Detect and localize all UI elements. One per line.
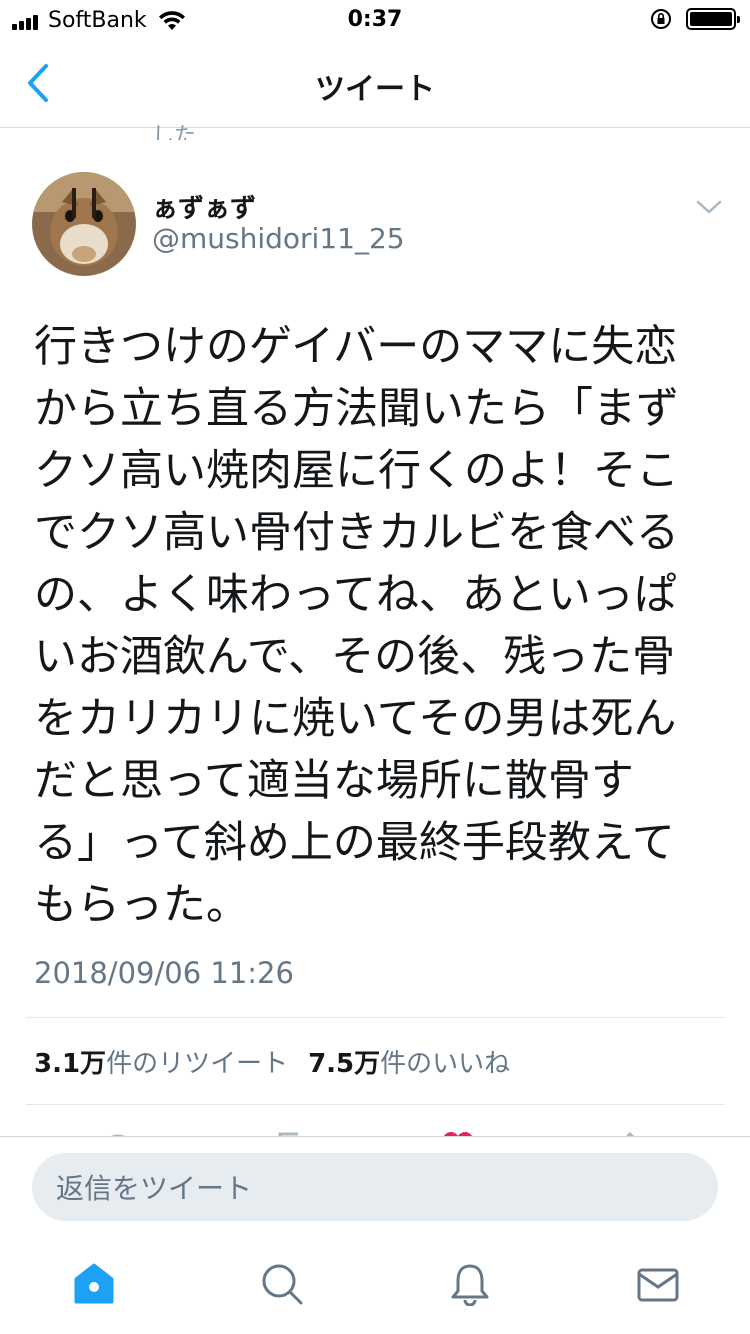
likes-count: 7.5万 <box>308 1049 381 1079</box>
tweet-stats: 3.1万 件のリツイート 7.5万 件のいいね <box>34 1043 530 1080</box>
clipped-previous-text: した <box>152 124 197 140</box>
status-right <box>650 8 740 30</box>
tweet-line: る」って斜め上の最終手段教えて <box>34 818 675 868</box>
tweet-line: をカリカリに焼いてその男は死ん <box>34 694 677 744</box>
tweet-line: の、よく味わってね、あといっぱ <box>34 570 677 620</box>
status-bar: SoftBank 0:37 <box>0 0 750 40</box>
page-title: ツイート <box>315 72 435 107</box>
tweet-timestamp: 2018/09/06 11:26 <box>34 956 294 990</box>
retweets-stat[interactable]: 3.1万 件のリツイート <box>34 1043 288 1080</box>
reply-placeholder: 返信をツイート <box>56 1172 253 1205</box>
reply-icon[interactable] <box>100 1128 136 1136</box>
user-handle[interactable]: @mushidori11_25 <box>152 222 405 255</box>
likes-label: 件のいいね <box>380 1049 511 1079</box>
tweet-actions <box>0 1120 750 1136</box>
tweet-line: クソ高い焼肉屋に行くのよ！そこ <box>34 446 679 496</box>
battery-icon <box>686 8 740 30</box>
retweet-icon[interactable] <box>272 1128 308 1136</box>
share-icon[interactable] <box>612 1128 648 1136</box>
home-icon[interactable] <box>72 1262 116 1306</box>
retweets-label: 件のリツイート <box>106 1049 289 1079</box>
notifications-icon[interactable] <box>448 1262 492 1306</box>
tweet-line: だと思って適当な場所に散骨す <box>34 756 634 806</box>
avatar-image <box>32 172 136 276</box>
tab-bar <box>0 1236 750 1334</box>
retweets-count: 3.1万 <box>34 1049 107 1079</box>
orientation-lock-icon <box>651 9 671 29</box>
divider <box>26 1104 725 1105</box>
messages-icon[interactable] <box>636 1262 680 1306</box>
display-name[interactable]: ぁずぁず <box>152 188 256 225</box>
search-icon[interactable] <box>260 1262 304 1306</box>
avatar[interactable] <box>32 172 136 276</box>
reply-input[interactable]: 返信をツイート <box>32 1153 718 1221</box>
tweet-line: 行きつけのゲイバーのママに失恋 <box>34 322 678 372</box>
navigation-bar: ツイート <box>0 40 750 128</box>
reply-bar: 返信をツイート <box>0 1136 750 1236</box>
status-time: 0:37 <box>347 7 403 32</box>
chevron-down-icon[interactable] <box>694 196 724 218</box>
tweet-line: もらった。 <box>34 880 249 930</box>
divider <box>26 1017 725 1018</box>
tweet-line: いお酒飲んで、その後、残った骨 <box>34 632 676 682</box>
tweet-text: 行きつけのゲイバーのママに失恋 から立ち直る方法聞いたら「まず クソ高い焼肉屋に… <box>34 316 714 936</box>
tweet-line: から立ち直る方法聞いたら「まず <box>34 384 679 434</box>
like-icon[interactable] <box>440 1128 476 1136</box>
tweet-line: でクソ高い骨付きカルビを食べる <box>34 508 679 558</box>
likes-stat[interactable]: 7.5万 件のいいね <box>308 1043 510 1080</box>
